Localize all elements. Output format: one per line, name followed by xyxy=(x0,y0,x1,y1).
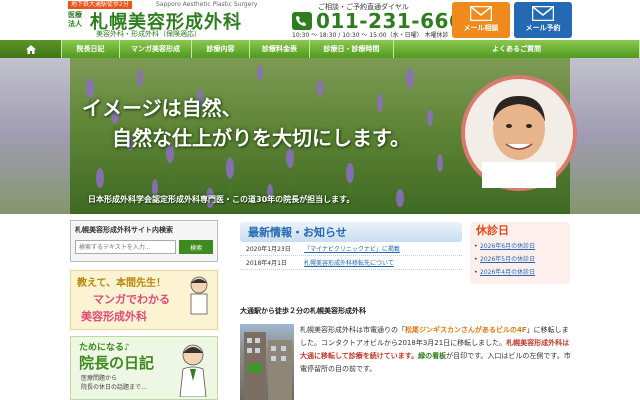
nav-director-diary[interactable]: 院長日記 xyxy=(62,40,120,58)
manga-banner-line1: マンガでわかる xyxy=(93,293,170,306)
access-text-p1a: 札幌美容形成外科は市電通りの「 xyxy=(300,326,405,334)
director-illustration xyxy=(179,344,207,397)
access-description: 札幌美容形成外科は市電通りの「松尾ジンギスカンさんがあるビルの4F」に移転しまし… xyxy=(300,324,574,376)
access-sign-highlight: 緑の看板 xyxy=(418,352,447,360)
diary-banner-sub2: 院長の休日の話題まで… xyxy=(81,384,148,391)
site-header: 地下鉄大通駅徒歩2分 Sapporo Aesthetic Plastic Sur… xyxy=(0,0,640,40)
hero-certification-line: 日本形成外科学会認定形成外科専門医・この道30年の院長が担当します。 xyxy=(88,195,355,204)
nav-home[interactable] xyxy=(0,40,62,58)
phone-icon xyxy=(292,12,312,30)
news-title: 最新情報・お知らせ xyxy=(248,226,347,239)
news-section: 最新情報・お知らせ 2020年1月23日 「マイナビクリニックナビ」に掲載 20… xyxy=(240,222,462,284)
manga-banner-line2: 美容形成外科 xyxy=(81,310,147,323)
manga-banner-top: 教えて、本間先生！ xyxy=(77,278,166,289)
director-portrait xyxy=(461,75,577,191)
nav-price-list[interactable]: 診療料金表 xyxy=(250,40,310,58)
clinic-building-photo xyxy=(240,324,294,400)
hero-catch-line-1: イメージは自然、 xyxy=(82,96,242,120)
search-title: 札幌美容形成外科サイト内検索 xyxy=(75,226,173,234)
site-search-box: 札幌美容形成外科サイト内検索 検索 xyxy=(70,220,218,262)
sidebar: 札幌美容形成外科サイト内検索 検索 教えて、本間先生！ マンガでわかる 美容形成… xyxy=(70,220,218,400)
mail-consult-label: メール相談 xyxy=(463,24,499,32)
access-building-highlight: 松尾ジンギスカンさんがあるビルの4F xyxy=(405,326,527,334)
news-date: 2018年4月1日 xyxy=(246,260,287,267)
news-header: 最新情報・お知らせ xyxy=(240,222,462,242)
clinic-subtitle: 美容外科・形成外科（保険適応） xyxy=(96,30,201,38)
diary-banner-sub1: 医療問題から xyxy=(81,375,118,382)
mail-reserve-label: メール予約 xyxy=(525,24,561,32)
director-diary-banner[interactable]: ためになる♪ 院長の日記 医療問題から 院長の休日の話題まで… xyxy=(70,336,218,400)
mail-consult-button[interactable]: メール相談 xyxy=(452,2,510,38)
news-item: 2020年1月23日 「マイナビクリニックナビ」に掲載 xyxy=(240,242,462,256)
holiday-link[interactable]: 2026年5月の休診日 xyxy=(470,253,570,266)
news-item: 2018年4月1日 札幌美容形成外科移転先について xyxy=(240,256,462,270)
hero-banner: イメージは自然、 自然な仕上がりを大切にします。 日本形成外科学会認定形成外科専… xyxy=(0,58,640,214)
diary-banner-title: 院長の日記 xyxy=(79,354,155,372)
news-date: 2020年1月23日 xyxy=(246,246,291,253)
nav-faq[interactable]: よくあるご質問 xyxy=(394,40,640,58)
holidays-title: 休診日 xyxy=(476,224,509,237)
hero-side-right xyxy=(570,58,640,214)
hero-side-left xyxy=(0,58,70,214)
news-link[interactable]: 「マイナビクリニックナビ」に掲載 xyxy=(304,244,400,253)
news-link[interactable]: 札幌美容形成外科移転先について xyxy=(304,258,394,267)
manga-banner[interactable]: 教えて、本間先生！ マンガでわかる 美容形成外科 xyxy=(70,270,218,330)
mail-icon xyxy=(470,6,492,21)
holiday-link[interactable]: 2026年4月の休診日 xyxy=(470,266,570,279)
mail-reserve-button[interactable]: メール予約 xyxy=(514,2,572,38)
nav-schedule[interactable]: 診療日・診療時間 xyxy=(310,40,394,58)
hero-catch-line-2: 自然な仕上がりを大切にします。 xyxy=(112,126,410,150)
search-input[interactable] xyxy=(75,240,177,254)
brand-english: Sapporo Aesthetic Plastic Surgery xyxy=(156,1,258,8)
global-nav: 院長日記 マンガ美容形成 診療内容 診療料金表 診療日・診療時間 よくあるご質問 xyxy=(0,40,640,58)
business-hours: 10:30 ～ 18:30 / 10:30 ～ 15:00（水・日曜） 木曜休診 xyxy=(292,32,449,39)
holiday-link[interactable]: 2026年6月の休診日 xyxy=(470,240,570,253)
search-button[interactable]: 検索 xyxy=(179,240,213,254)
holidays-section: 休診日 2026年6月の休診日 2026年5月の休診日 2026年4月の休診日 xyxy=(470,222,570,284)
mail-icon xyxy=(532,6,554,21)
home-icon xyxy=(25,44,36,54)
nav-treatments[interactable]: 診療内容 xyxy=(192,40,250,58)
access-heading: 大通駅から徒歩２分の札幌美容形成外科 xyxy=(240,307,366,315)
nav-manga[interactable]: マンガ美容形成 xyxy=(120,40,192,58)
manga-doctor-illustration xyxy=(190,276,208,315)
corporation-tag: 医療法人 xyxy=(68,11,82,28)
